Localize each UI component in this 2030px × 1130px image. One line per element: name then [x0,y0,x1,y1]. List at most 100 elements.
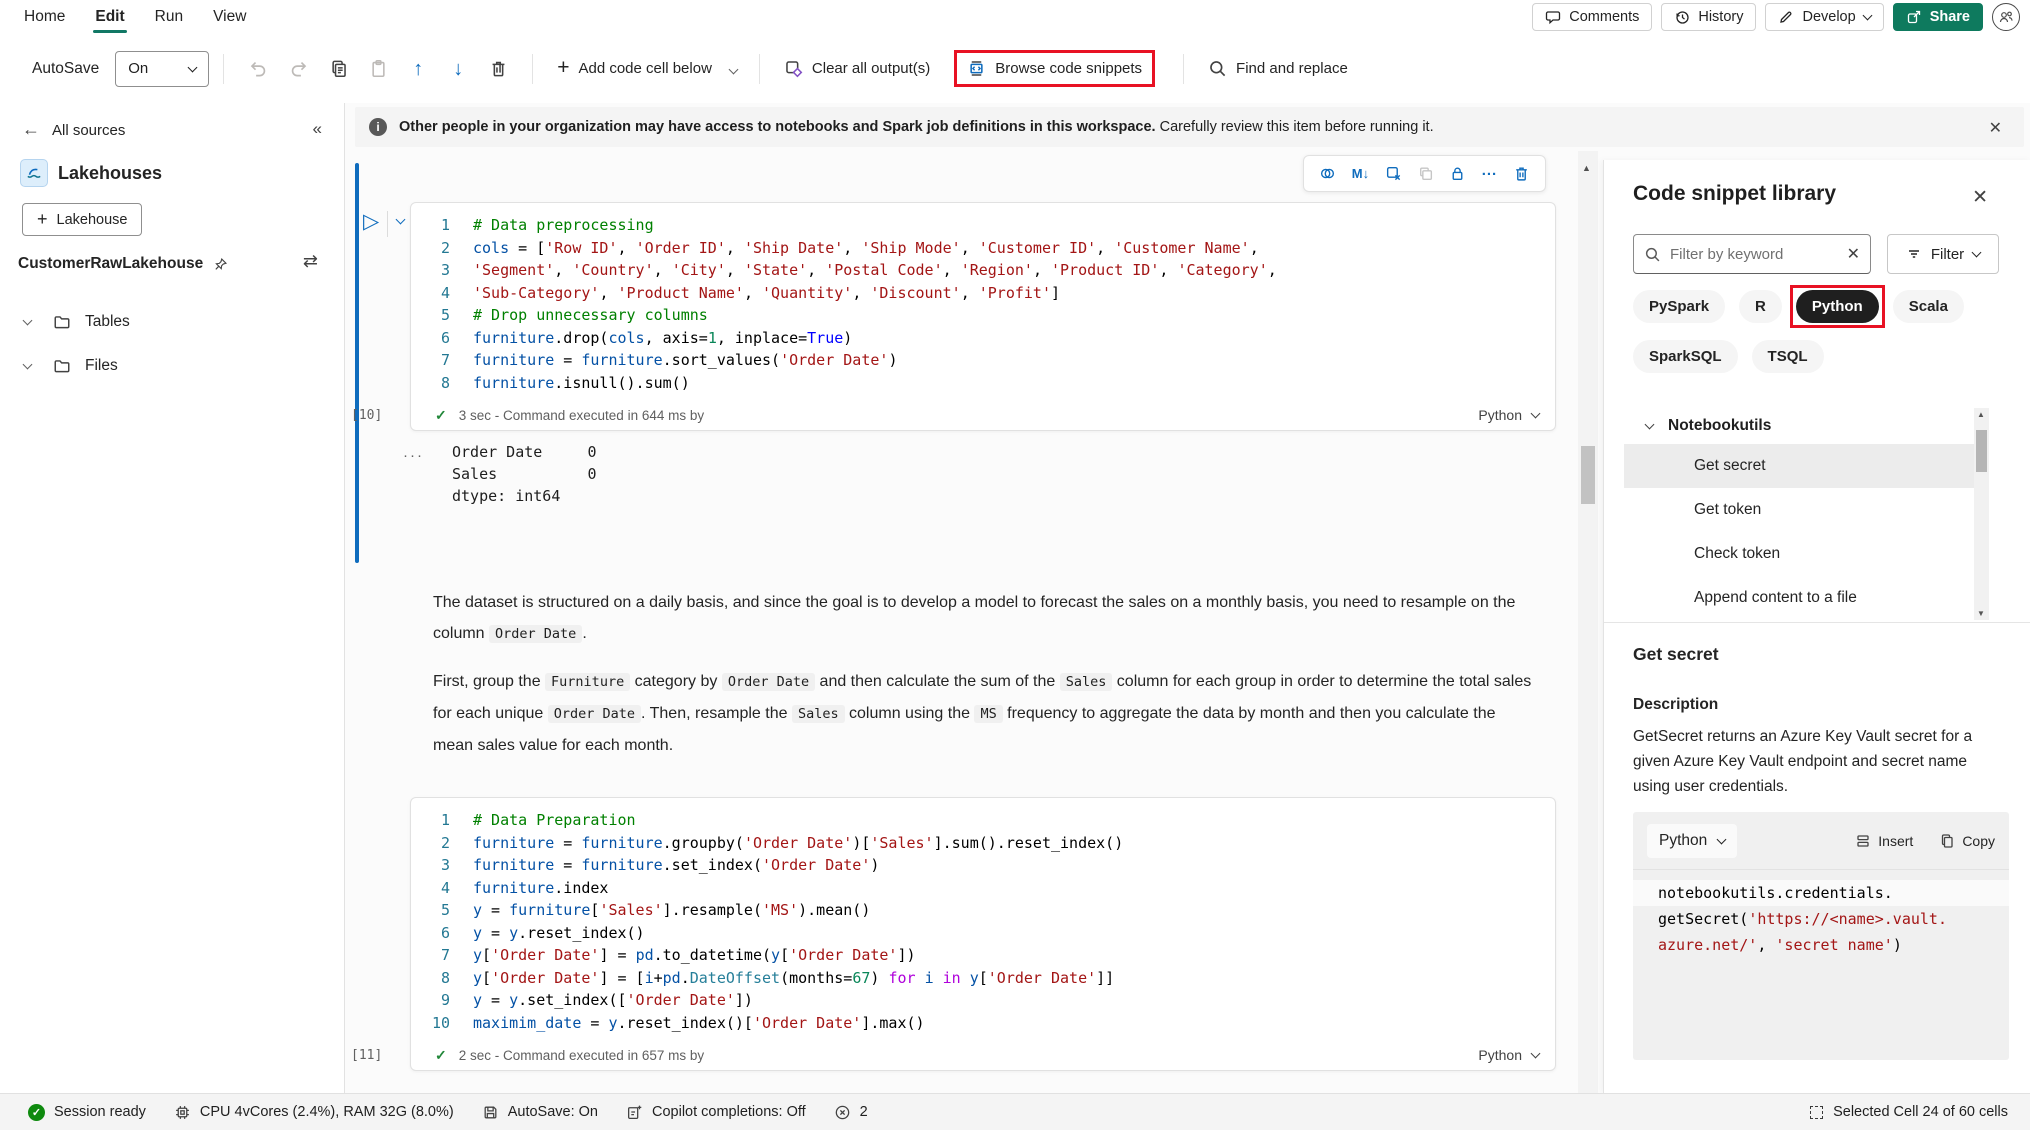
pin-icon[interactable] [213,257,228,272]
filter-icon [1906,246,1922,262]
clear-search-icon[interactable]: ✕ [1847,244,1860,264]
menu-tab-edit[interactable]: Edit [91,0,128,34]
filter-button[interactable]: Filter [1887,234,1999,274]
language-pill-scala[interactable]: Scala [1893,290,1964,323]
scroll-up-arrow[interactable]: ▲ [1977,410,1985,419]
banner-bold-text: Other people in your organization may ha… [399,119,1156,135]
code-cell-2[interactable]: 1# Data Preparation2furniture = furnitur… [410,797,1556,1071]
menu-tab-run[interactable]: Run [151,0,187,34]
code-token [916,967,925,990]
snippet-group-header[interactable]: Notebookutils [1646,417,1771,435]
banner-close-icon[interactable]: ✕ [1983,116,2008,140]
lakehouse-name-row[interactable]: CustomerRawLakehouse [18,255,228,273]
scroll-up-arrow[interactable]: ▲ [1582,163,1591,173]
language-pill-tsql[interactable]: TSQL [1752,340,1824,373]
find-and-replace-button[interactable]: Find and replace [1198,53,1358,84]
autosave-value: On [128,60,148,77]
clear-output-icon [784,59,803,78]
switch-lakehouse-icon[interactable]: ⇄ [303,251,318,272]
language-pill-python[interactable]: Python [1796,290,1879,323]
copy-cell-button[interactable] [321,52,355,86]
chevron-down-icon[interactable] [23,360,33,370]
code-token: y [473,989,482,1012]
copy-snippet-button[interactable]: Copy [1939,833,1995,849]
output-collapse-handle[interactable]: ··· [403,447,424,464]
delete-cell-button[interactable] [1513,165,1530,182]
snippet-item[interactable]: Check token [1624,532,1974,576]
move-cell-up-button[interactable]: ↑ [401,52,435,86]
snippet-item[interactable]: Append content to a file [1624,576,1974,620]
redo-button[interactable] [281,52,315,86]
copy-icon [1939,833,1955,849]
code-line: 7y['Order Date'] = pd.to_datetime(y['Ord… [411,944,1555,967]
notebook-scrollbar[interactable]: ▲ [1578,151,1598,1093]
menu-tab-view[interactable]: View [209,0,250,34]
menu-tab-home[interactable]: Home [20,0,69,34]
code-token: ) [1893,936,1902,954]
snippet-search-box[interactable]: ✕ [1633,234,1871,274]
chevron-down-icon[interactable] [23,316,33,326]
browse-code-snippets-button[interactable]: Browse code snippets [957,53,1152,84]
insert-snippet-button[interactable]: Insert [1855,833,1913,849]
snippet-language-dropdown[interactable]: Python [1647,824,1737,858]
account-avatar[interactable] [1992,3,2020,31]
code-token: 'Order Date' [627,989,735,1012]
scrollbar-thumb[interactable] [1976,430,1987,472]
snippet-item[interactable]: Get secret [1624,444,1974,488]
snippet-code-line: azure.net/', 'secret name') [1633,932,2009,958]
convert-to-markdown-button[interactable]: M↓ [1352,166,1369,181]
all-sources-link[interactable]: All sources [52,122,125,139]
share-button[interactable]: Share [1893,3,1983,31]
code-token: 'Discount' [870,282,960,305]
clear-cell-output-button[interactable] [1385,165,1402,182]
cell-output-text: Order Date 0 Sales 0 dtype: int64 [452,441,597,507]
undo-button[interactable] [241,52,275,86]
language-pill-pyspark[interactable]: PySpark [1633,290,1725,323]
scrollbar-thumb[interactable] [1581,446,1595,504]
add-lakehouse-label: Lakehouse [57,212,128,228]
duplicate-cell-button[interactable] [1417,165,1434,182]
scroll-down-arrow[interactable]: ▼ [1977,609,1985,618]
panel-close-icon[interactable]: ✕ [1966,184,1994,211]
code-token: , axis= [645,327,708,350]
menu-bar: Home Edit Run View Comments History Develop… [0,0,2030,34]
more-actions-icon[interactable]: ... [1482,162,1498,179]
code-cell-1[interactable]: 1# Data preprocessing2cols = ['Row ID', … [410,202,1556,431]
snippet-search-input[interactable] [1670,246,1820,263]
code-token: 'State' [744,259,807,282]
add-cell-menu-chevron[interactable] [722,60,745,78]
clear-all-outputs-button[interactable]: Clear all output(s) [774,53,940,84]
language-pill-sparksql[interactable]: SparkSQL [1633,340,1738,373]
back-arrow-icon[interactable]: ← [22,119,40,140]
collapse-sidebar-button[interactable]: « [313,119,322,139]
run-cell-button[interactable]: ▷ [363,209,379,234]
develop-button[interactable]: Develop [1765,3,1883,31]
code-token: furniture [473,832,554,855]
code-token: 'Order Date' [491,967,599,990]
paste-cell-button[interactable] [361,52,395,86]
snippet-item[interactable]: Get token [1624,488,1974,532]
code-token: , [1268,259,1277,282]
chevron-down-icon [1531,409,1541,419]
cell-language-selector[interactable]: Python [1478,1047,1539,1063]
add-code-cell-button[interactable]: + Add code cell below [547,53,722,84]
code-token: 'Region' [961,259,1033,282]
code-editor[interactable]: 1# Data preprocessing2cols = ['Row ID', … [411,203,1555,400]
tree-node-tables[interactable]: Tables [0,305,344,339]
delete-cell-button[interactable] [481,52,515,86]
snippet-list-scrollbar[interactable]: ▲ ▼ [1974,408,1989,620]
language-pill-r[interactable]: R [1739,290,1782,323]
code-editor[interactable]: 1# Data Preparation2furniture = furnitur… [411,798,1555,1040]
notebook-toolbar: AutoSave On ↑ ↓ + Add code cell below [0,34,2030,103]
run-options-chevron[interactable] [396,215,406,225]
comments-button[interactable]: Comments [1532,3,1652,31]
add-lakehouse-button[interactable]: + Lakehouse [22,203,142,236]
pill-wrap: PySpark [1633,290,1725,323]
copilot-cell-button[interactable] [1319,165,1336,182]
autosave-dropdown[interactable]: On [115,51,209,87]
lock-cell-button[interactable] [1449,165,1466,182]
tree-node-files[interactable]: Files [0,349,344,383]
move-cell-down-button[interactable]: ↓ [441,52,475,86]
cell-language-selector[interactable]: Python [1478,407,1539,423]
history-button[interactable]: History [1661,3,1756,31]
